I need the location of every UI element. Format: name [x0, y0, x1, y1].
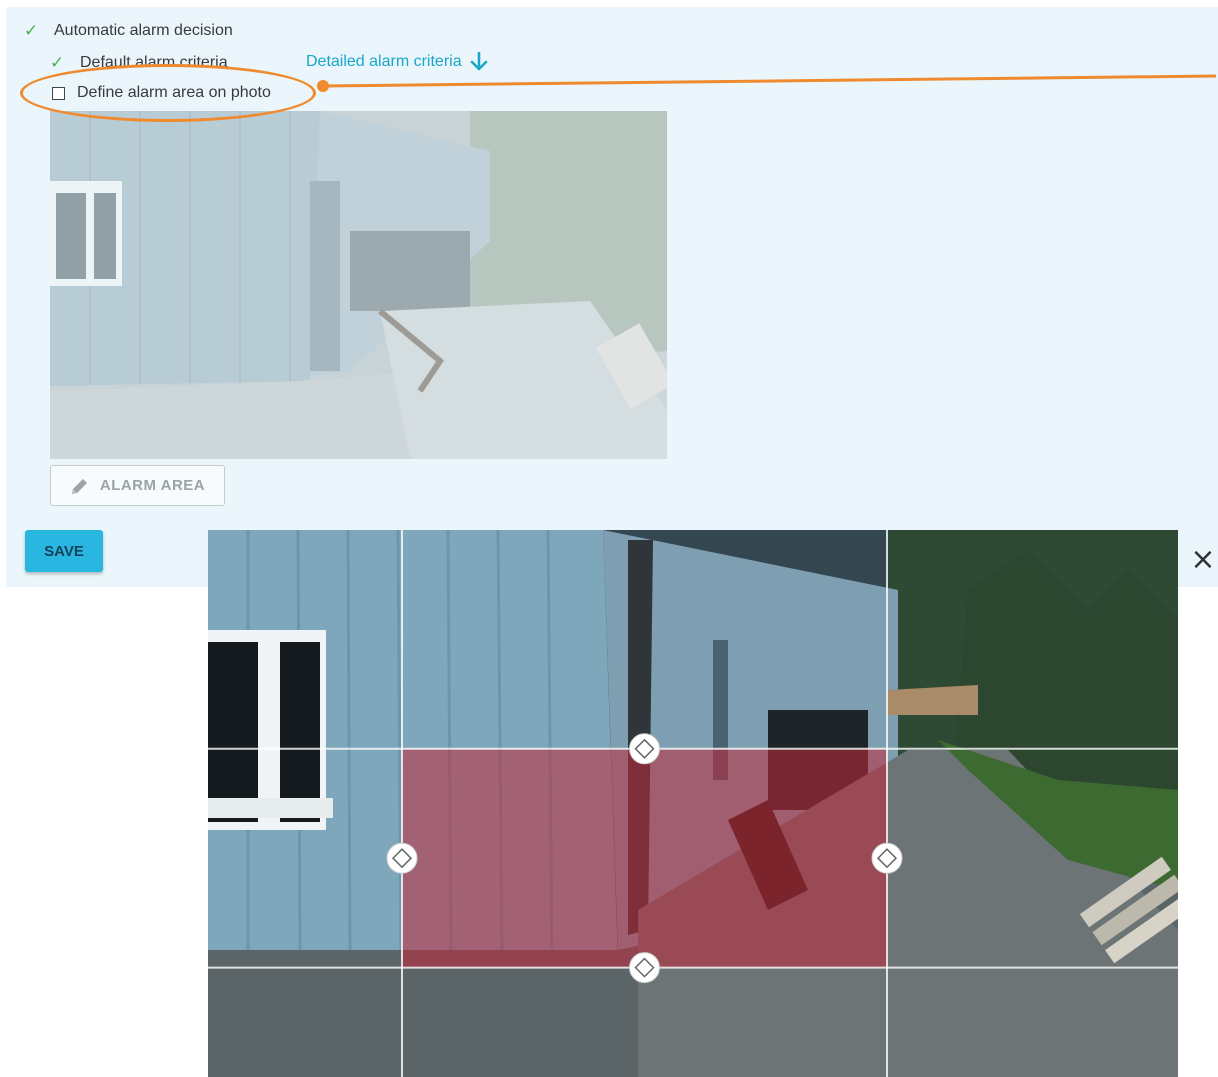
resize-handle-right[interactable]	[871, 842, 903, 874]
check-icon: ✓	[24, 21, 39, 40]
callout-pointer-line	[317, 74, 1217, 92]
pencil-icon	[71, 478, 87, 494]
resize-handle-left[interactable]	[386, 842, 418, 874]
alarm-area-button-label: ALARM AREA	[99, 477, 206, 494]
alarm-area-button[interactable]: ALARM AREA	[50, 465, 225, 506]
save-button-label: SAVE	[44, 542, 84, 560]
automatic-alarm-label: Automatic alarm decision	[54, 22, 233, 39]
resize-handle-bottom[interactable]	[629, 952, 660, 984]
callout-highlight-ellipse	[20, 64, 316, 122]
alarm-area-region[interactable]	[402, 748, 887, 968]
check-icon: ✓	[50, 53, 65, 72]
save-button[interactable]: SAVE	[25, 530, 103, 572]
close-icon[interactable]: ×	[1188, 545, 1218, 575]
alarm-area-photo	[208, 530, 1178, 1077]
automatic-alarm-option[interactable]: ✓ Automatic alarm decision	[24, 21, 233, 41]
resize-handle-top[interactable]	[629, 733, 660, 765]
alarm-area-editor[interactable]	[208, 530, 1178, 1077]
